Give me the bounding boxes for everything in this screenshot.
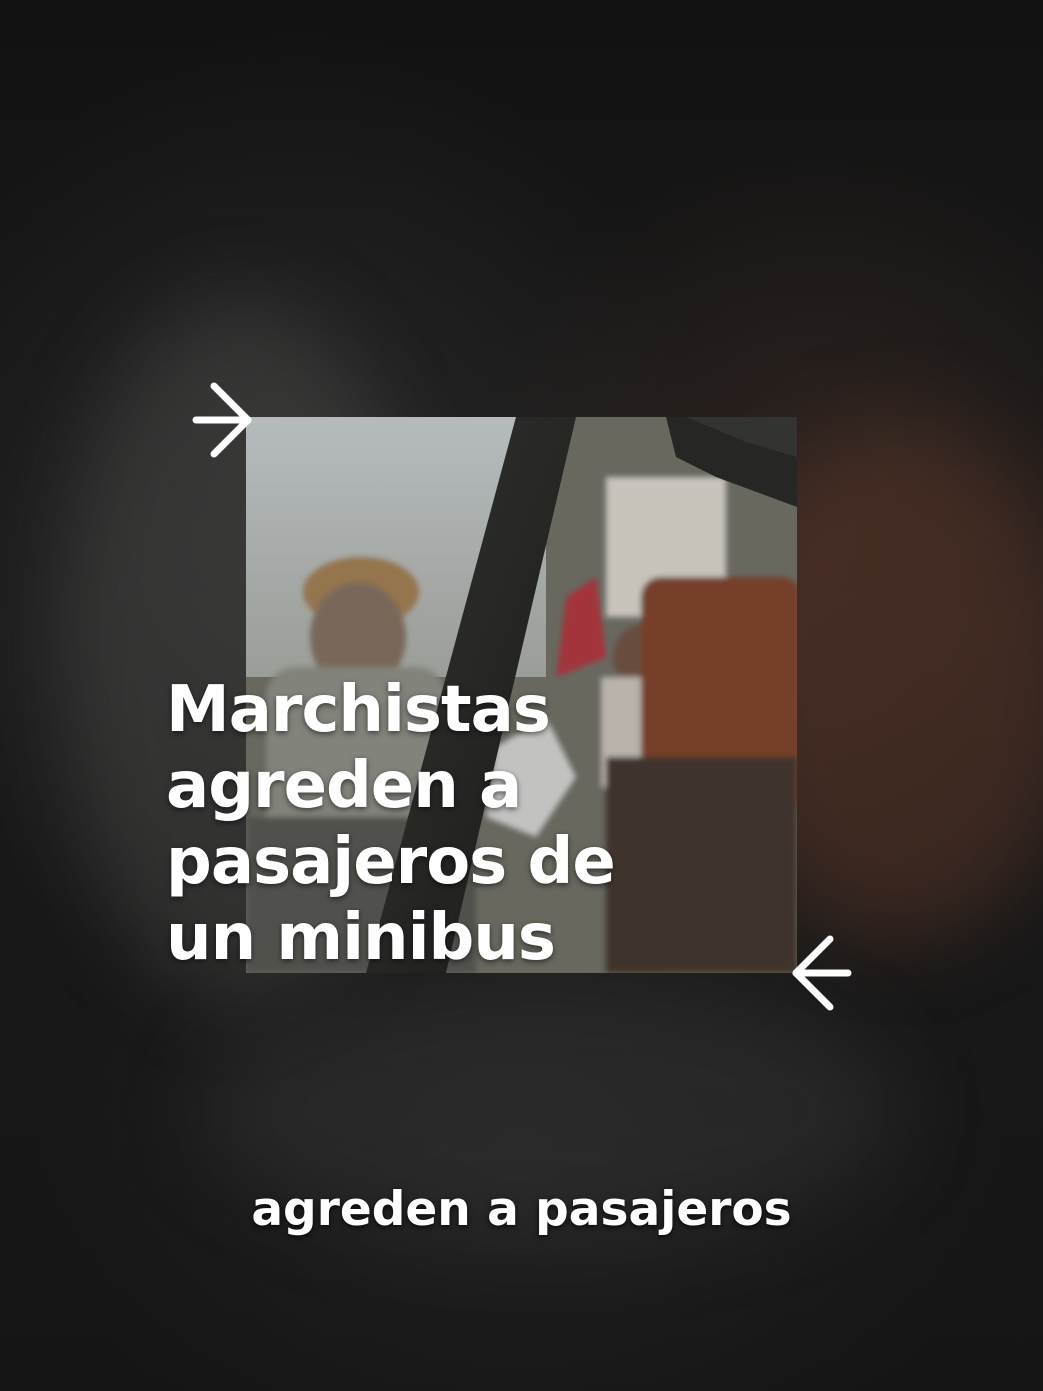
subtitle-caption: agreden a pasajeros xyxy=(251,1182,792,1237)
headline-line: pasajeros de xyxy=(166,825,616,899)
headline-line: un minibus xyxy=(166,901,556,975)
headline-line: Marchistas xyxy=(166,673,551,747)
headline-line: agreden a xyxy=(166,749,522,823)
arrow-left-icon xyxy=(790,933,852,1013)
headline: Marchistas agreden a pasajeros de un min… xyxy=(166,672,726,976)
arrow-right-icon xyxy=(192,380,254,460)
video-post: Marchistas agreden a pasajeros de un min… xyxy=(0,0,1043,1391)
